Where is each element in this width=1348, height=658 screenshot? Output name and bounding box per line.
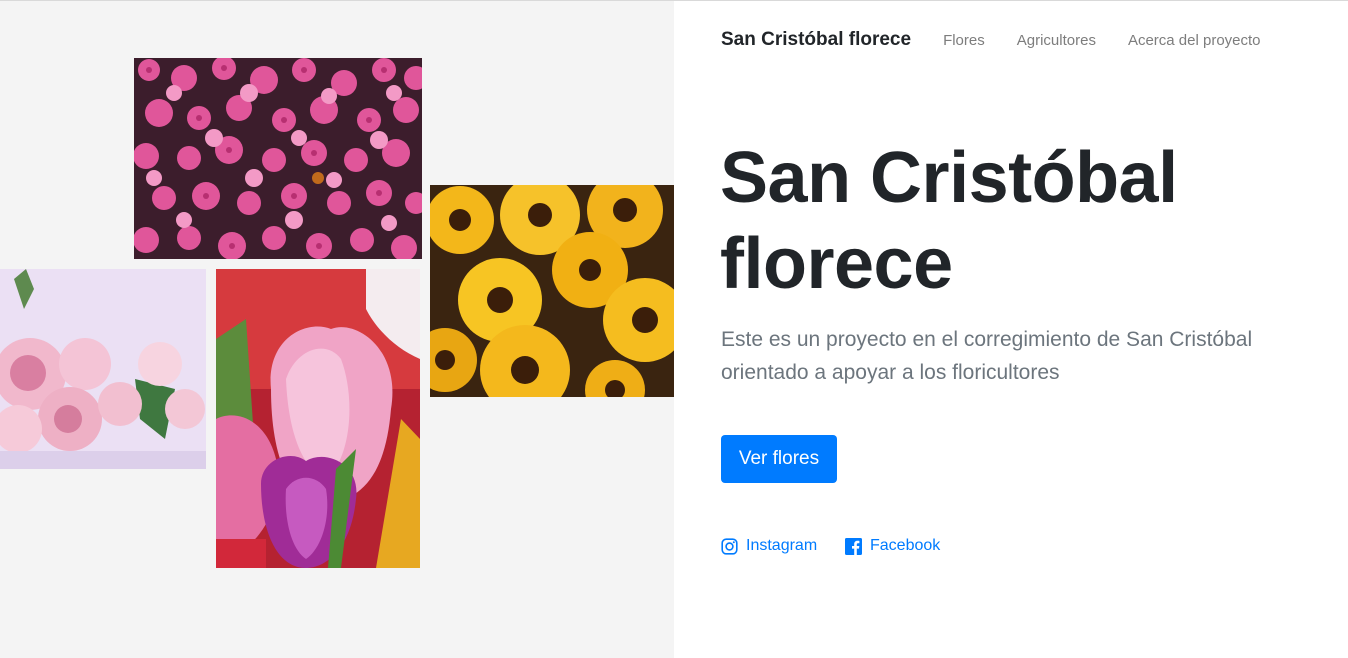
nav-link-flores[interactable]: Flores	[943, 32, 985, 49]
facebook-icon	[845, 537, 862, 555]
instagram-icon	[721, 537, 738, 555]
navbar: San Cristóbal florece Flores Agricultore…	[721, 28, 1261, 52]
instagram-label: Instagram	[746, 537, 818, 554]
tulips-photo	[216, 269, 420, 568]
ver-flores-button[interactable]: Ver flores	[721, 435, 837, 483]
hero-title: San Cristóbal florece	[720, 135, 1178, 307]
pink-roses-photo	[0, 269, 206, 469]
hero-section: San Cristóbal florece Flores Agricultore…	[674, 1, 1348, 658]
hero-subtitle: Este es un proyecto en el corregimiento …	[721, 328, 1253, 384]
hero-title-line2: florece	[720, 224, 953, 304]
flower-gallery	[0, 1, 674, 658]
brand-link[interactable]: San Cristóbal florece	[721, 29, 911, 51]
hero-title-line1: San Cristóbal	[720, 138, 1178, 218]
nav-link-agricultores[interactable]: Agricultores	[1017, 32, 1096, 49]
facebook-label: Facebook	[870, 537, 941, 554]
yellow-daisies-photo	[430, 185, 674, 397]
instagram-link[interactable]: Instagram	[721, 537, 817, 555]
pink-phlox-photo	[134, 58, 422, 259]
facebook-link[interactable]: Facebook	[845, 537, 940, 555]
nav-link-acerca[interactable]: Acerca del proyecto	[1128, 32, 1261, 49]
